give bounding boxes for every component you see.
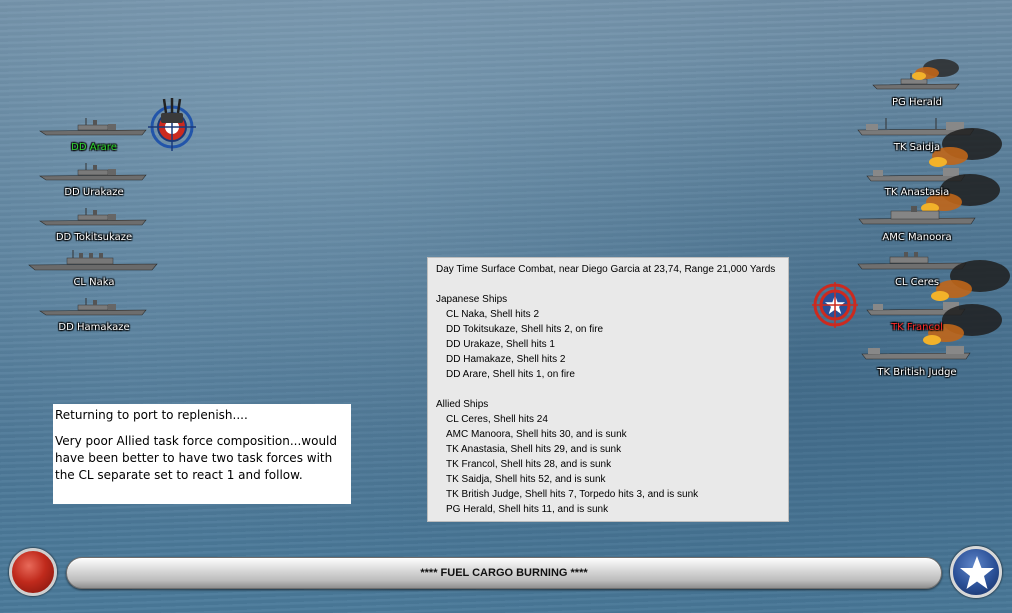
- naval-gun-target-icon[interactable]: [148, 97, 196, 155]
- allied-log-entry: CL Ceres, Shell hits 24: [446, 414, 548, 425]
- allied-log-entry: PG Herald, Shell hits 11, and is sunk: [446, 504, 609, 515]
- red-button-icon[interactable]: [9, 548, 57, 596]
- destroyer-icon: [39, 298, 147, 316]
- japanese-ship-label-2: DD Urakaze: [64, 187, 124, 198]
- annotation-note: Returning to port to replenish.... Very …: [53, 404, 351, 504]
- note-line-2: Very poor Allied task force composition.…: [55, 434, 338, 482]
- tanker-icon: [866, 302, 966, 316]
- combat-log-header: Day Time Surface Combat, near Diego Garc…: [436, 264, 776, 275]
- allied-ship-1[interactable]: [871, 72, 963, 92]
- allied-ship-label-3: TK Anastasia: [884, 187, 950, 198]
- allied-ship-7[interactable]: [860, 340, 974, 362]
- allied-ship-6[interactable]: [865, 296, 969, 318]
- destroyer-icon: [39, 208, 147, 226]
- japanese-ship-5[interactable]: [38, 296, 150, 318]
- allied-ship-label-4: AMC Manoora: [882, 232, 952, 243]
- japanese-ship-label-3: DD Tokitsukaze: [55, 232, 133, 243]
- allied-star-icon[interactable]: [950, 546, 1002, 598]
- allied-ship-label-7: TK British Judge: [877, 367, 957, 378]
- note-line-1: Returning to port to replenish....: [55, 408, 248, 422]
- tanker-icon: [861, 346, 971, 360]
- tanker-icon: [857, 118, 975, 136]
- status-message-bar: **** FUEL CARGO BURNING ****: [66, 557, 942, 589]
- japanese-ship-4[interactable]: [27, 249, 161, 273]
- allied-ship-4[interactable]: [857, 205, 979, 227]
- status-message-text: **** FUEL CARGO BURNING ****: [420, 567, 588, 579]
- allied-ship-5[interactable]: [856, 250, 970, 272]
- japanese-ship-1[interactable]: [38, 116, 150, 138]
- light-cruiser-icon: [28, 250, 158, 271]
- allied-target-icon[interactable]: [812, 282, 858, 332]
- allied-log-entry: AMC Manoora, Shell hits 30, and is sunk: [446, 429, 627, 440]
- gunboat-icon: [872, 73, 960, 90]
- combat-log-panel: Day Time Surface Combat, near Diego Garc…: [427, 257, 789, 522]
- japanese-ship-label-4: CL Naka: [73, 277, 115, 288]
- japanese-ship-2[interactable]: [38, 161, 150, 183]
- allied-ship-label-5: CL Ceres: [894, 277, 940, 288]
- allied-ship-label-1: PG Herald: [892, 97, 942, 108]
- japanese-ship-3[interactable]: [38, 206, 150, 228]
- allied-ships-title: Allied Ships: [436, 399, 489, 410]
- allied-ship-label-6: TK Francol: [891, 322, 943, 333]
- allied-log-entry: TK Francol, Shell hits 28, and is sunk: [446, 459, 612, 470]
- allied-ship-3[interactable]: [865, 162, 969, 184]
- armed-merchant-cruiser-icon: [858, 206, 976, 225]
- japanese-log-entry: DD Tokitsukaze, Shell hits 2, on fire: [446, 324, 604, 335]
- light-cruiser-icon: [857, 252, 967, 270]
- japanese-ships-title: Japanese Ships: [436, 294, 508, 305]
- japanese-log-entry: CL Naka, Shell hits 2: [446, 309, 540, 320]
- destroyer-icon: [39, 118, 147, 136]
- japanese-log-entry: DD Urakaze, Shell hits 1: [446, 339, 555, 350]
- destroyer-icon: [39, 163, 147, 181]
- japanese-log-entry: DD Arare, Shell hits 1, on fire: [446, 369, 575, 380]
- japanese-log-entry: DD Hamakaze, Shell hits 2: [446, 354, 566, 365]
- allied-log-entry: TK British Judge, Shell hits 7, Torpedo …: [446, 489, 699, 500]
- japanese-ship-label-5: DD Hamakaze: [58, 322, 130, 333]
- allied-log-entry: TK Anastasia, Shell hits 29, and is sunk: [446, 444, 622, 455]
- allied-ship-2[interactable]: [856, 116, 978, 138]
- japanese-ship-label-1: DD Arare: [71, 142, 117, 153]
- tanker-icon: [866, 168, 966, 182]
- allied-log-entry: TK Saidja, Shell hits 52, and is sunk: [446, 474, 606, 485]
- allied-ship-label-2: TK Saidja: [893, 142, 941, 153]
